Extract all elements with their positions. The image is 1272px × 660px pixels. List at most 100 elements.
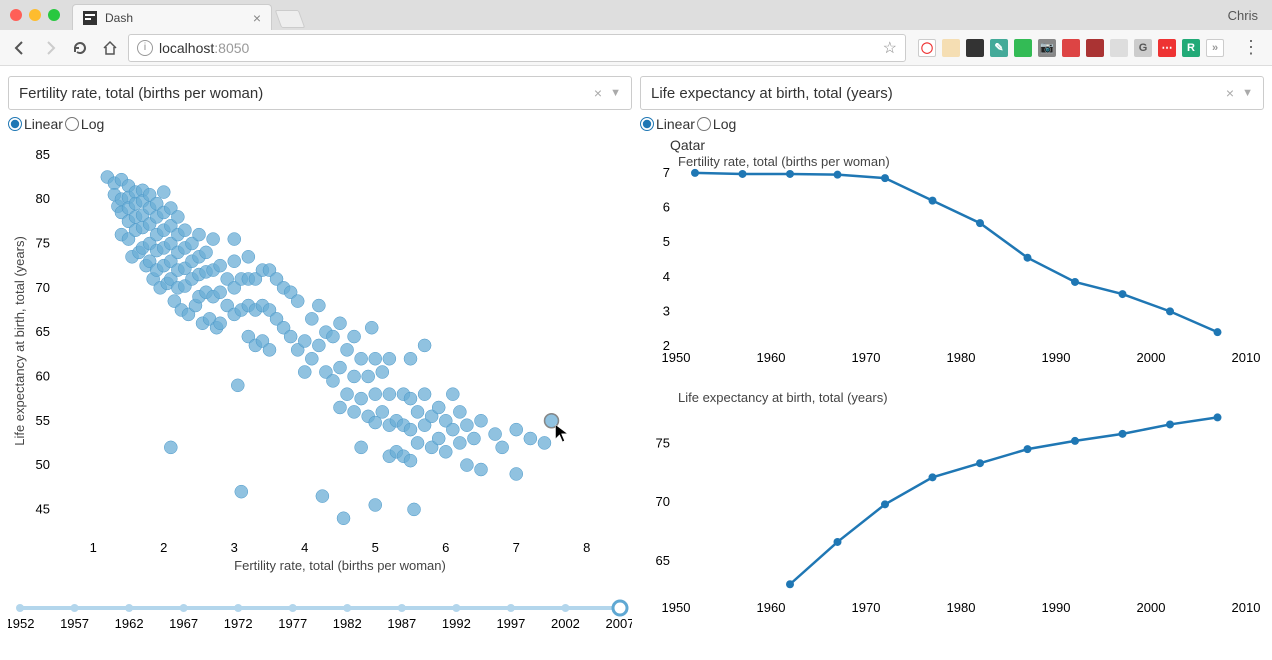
svg-text:1980: 1980 (947, 600, 976, 615)
svg-text:1997: 1997 (496, 616, 525, 631)
svg-text:1952: 1952 (8, 616, 34, 631)
scatter-chart[interactable]: 45505560657075808512345678Fertility rate… (8, 136, 632, 596)
browser-toolbar: i localhost:8050 ☆ ◯ ✎ 📷 G ⋯ R » ⋮ (0, 30, 1272, 66)
radio-linear[interactable]: Linear (640, 116, 695, 132)
svg-text:70: 70 (656, 494, 670, 509)
window-minimize-button[interactable] (29, 9, 41, 21)
svg-text:1992: 1992 (442, 616, 471, 631)
svg-text:1977: 1977 (278, 616, 307, 631)
svg-text:1980: 1980 (947, 350, 976, 365)
extension-icon[interactable] (966, 39, 984, 57)
svg-text:1982: 1982 (333, 616, 362, 631)
svg-text:2002: 2002 (551, 616, 580, 631)
svg-text:4: 4 (301, 540, 308, 555)
radio-linear-input[interactable] (8, 117, 22, 131)
x-axis-dropdown[interactable]: Fertility rate, total (births per woman)… (8, 76, 632, 110)
svg-text:6: 6 (663, 200, 670, 215)
svg-text:7: 7 (663, 165, 670, 180)
svg-text:1962: 1962 (115, 616, 144, 631)
home-button[interactable] (98, 36, 122, 60)
svg-text:6: 6 (442, 540, 449, 555)
chevron-down-icon[interactable]: ▼ (1242, 87, 1253, 99)
svg-text:65: 65 (656, 553, 670, 568)
svg-text:1972: 1972 (224, 616, 253, 631)
svg-text:1960: 1960 (757, 350, 786, 365)
radio-label: Log (81, 116, 104, 132)
svg-text:Qatar: Qatar (670, 137, 705, 153)
extension-icon[interactable] (1086, 39, 1104, 57)
site-info-icon[interactable]: i (137, 40, 153, 56)
bookmark-star-icon[interactable]: ☆ (883, 38, 897, 58)
svg-text:2000: 2000 (1137, 350, 1166, 365)
svg-text:1967: 1967 (169, 616, 198, 631)
svg-text:3: 3 (663, 303, 670, 318)
svg-text:80: 80 (36, 191, 50, 206)
svg-text:Life expectancy at birth, tota: Life expectancy at birth, total (years) (678, 390, 888, 405)
svg-text:4: 4 (663, 269, 670, 284)
y-axis-dropdown[interactable]: Life expectancy at birth, total (years) … (640, 76, 1264, 110)
svg-text:75: 75 (656, 435, 670, 450)
y-scale-radio-group: Linear Log (640, 116, 1264, 132)
svg-text:1950: 1950 (662, 350, 691, 365)
new-tab-button[interactable] (275, 10, 306, 28)
extension-icon[interactable]: » (1206, 39, 1224, 57)
dropdown-clear-icon[interactable]: × (594, 85, 602, 101)
extension-icon[interactable] (1014, 39, 1032, 57)
radio-log-input[interactable] (65, 117, 79, 131)
svg-text:2010: 2010 (1232, 600, 1261, 615)
window-titlebar: Dash × Chris (0, 0, 1272, 30)
extension-icon[interactable]: 📷 (1038, 39, 1056, 57)
x-scale-radio-group: Linear Log (8, 116, 632, 132)
svg-text:5: 5 (663, 234, 670, 249)
svg-text:5: 5 (372, 540, 379, 555)
app-body: Fertility rate, total (births per woman)… (0, 66, 1272, 646)
window-maximize-button[interactable] (48, 9, 60, 21)
url-text: localhost:8050 (159, 40, 877, 56)
profile-label[interactable]: Chris (1228, 8, 1258, 23)
forward-button[interactable] (38, 36, 62, 60)
tab-close-button[interactable]: × (253, 10, 261, 26)
dropdown-clear-icon[interactable]: × (1226, 85, 1234, 101)
svg-text:50: 50 (36, 457, 50, 472)
back-button[interactable] (8, 36, 32, 60)
svg-text:1960: 1960 (757, 600, 786, 615)
address-bar[interactable]: i localhost:8050 ☆ (128, 34, 906, 62)
svg-text:Fertility rate, total (births: Fertility rate, total (births per woman) (234, 558, 446, 573)
svg-text:55: 55 (36, 413, 50, 428)
radio-linear-input[interactable] (640, 117, 654, 131)
extension-icon[interactable]: ⋯ (1158, 39, 1176, 57)
radio-log[interactable]: Log (65, 116, 104, 132)
extension-icon[interactable] (942, 39, 960, 57)
svg-text:1950: 1950 (662, 600, 691, 615)
tab-favicon-icon (83, 11, 97, 25)
chevron-down-icon[interactable]: ▼ (610, 87, 621, 99)
timeseries-chart-1[interactable]: QatarFertility rate, total (births per w… (640, 136, 1264, 386)
radio-log-input[interactable] (697, 117, 711, 131)
svg-text:65: 65 (36, 324, 50, 339)
svg-text:45: 45 (36, 501, 50, 516)
extension-icon[interactable]: ◯ (918, 39, 936, 57)
svg-text:3: 3 (231, 540, 238, 555)
svg-text:1990: 1990 (1042, 350, 1071, 365)
timeseries-chart-2[interactable]: Life expectancy at birth, total (years) 6… (640, 386, 1264, 636)
extension-icon[interactable] (1062, 39, 1080, 57)
reload-button[interactable] (68, 36, 92, 60)
svg-text:Life expectancy at birth, tota: Life expectancy at birth, total (years) (12, 236, 27, 446)
browser-tab[interactable]: Dash × (72, 4, 272, 30)
extension-icon[interactable] (1110, 39, 1128, 57)
svg-text:1990: 1990 (1042, 600, 1071, 615)
radio-label: Linear (24, 116, 63, 132)
extension-icon[interactable]: G (1134, 39, 1152, 57)
svg-text:1: 1 (90, 540, 97, 555)
window-close-button[interactable] (10, 9, 22, 21)
svg-text:85: 85 (36, 147, 50, 162)
radio-log[interactable]: Log (697, 116, 736, 132)
extension-icon[interactable]: R (1182, 39, 1200, 57)
extension-icon[interactable]: ✎ (990, 39, 1008, 57)
svg-text:60: 60 (36, 368, 50, 383)
year-slider[interactable]: 1952195719621967197219771982198719921997… (8, 596, 632, 636)
browser-menu-button[interactable]: ⋮ (1236, 37, 1264, 58)
svg-text:2: 2 (160, 540, 167, 555)
radio-linear[interactable]: Linear (8, 116, 63, 132)
svg-text:7: 7 (513, 540, 520, 555)
